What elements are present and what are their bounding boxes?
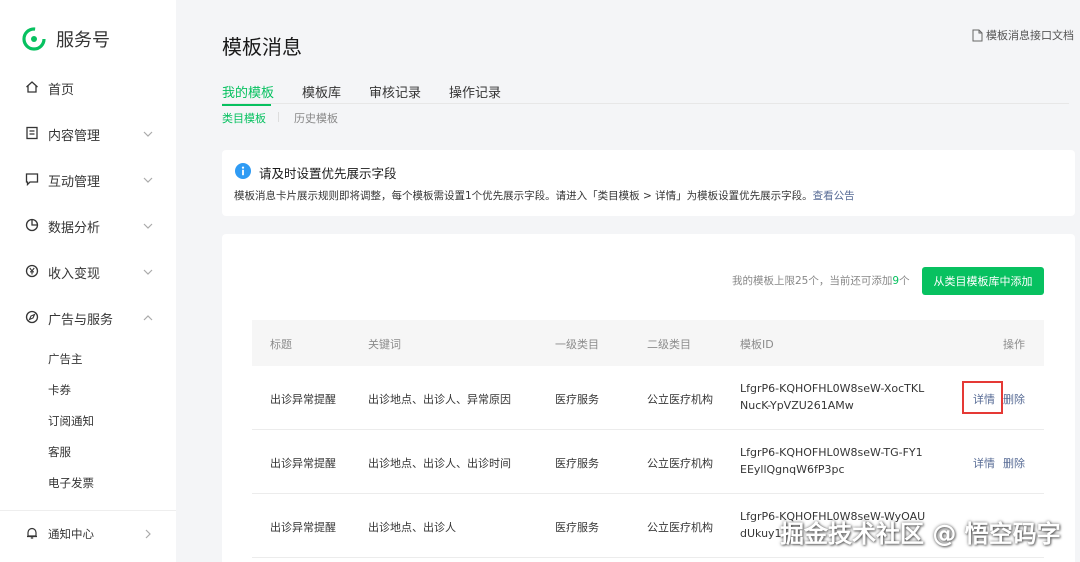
header-title: 标题 xyxy=(270,338,292,351)
chat-icon xyxy=(25,173,39,186)
table-row: 出诊异常提醒 出诊地点、出诊人、异常原因 医疗服务 公立医疗机构 LfgrP6-… xyxy=(252,366,1044,430)
nav-label-content: 内容管理 xyxy=(48,128,101,144)
document-icon xyxy=(972,29,983,41)
nav-label-ads-services: 广告与服务 xyxy=(48,312,114,328)
notice-body: 模板消息卡片展示规则即将调整，每个模板需设置1个优先展示字段。请进入「类目模板 … xyxy=(234,188,855,203)
detail-link[interactable]: 详情 xyxy=(973,455,995,471)
info-icon xyxy=(235,163,251,179)
tab-review-records[interactable]: 审核记录 xyxy=(369,82,421,101)
cell-title: 出诊异常提醒 xyxy=(270,457,336,470)
tab-operation-records[interactable]: 操作记录 xyxy=(449,82,501,101)
brand-name: 服务号 xyxy=(56,30,110,51)
nav-item-home[interactable]: 首页 xyxy=(0,76,176,100)
cell-category-1: 医疗服务 xyxy=(555,457,599,470)
api-doc-link-label: 模板消息接口文档 xyxy=(986,29,1074,42)
chevron-up-icon xyxy=(143,315,153,321)
cell-keywords: 出诊地点、出诊人 xyxy=(368,521,456,534)
sub-item-advertiser[interactable]: 广告主 xyxy=(48,351,83,367)
chevron-down-icon xyxy=(143,131,153,137)
subtab-separator xyxy=(278,112,279,122)
nav-item-content[interactable]: 内容管理 xyxy=(0,122,176,146)
main-content: 模板消息 模板消息接口文档 我的模板 模板库 审核记录 操作记录 类目模板 历史… xyxy=(176,0,1080,562)
nav-label-home: 首页 xyxy=(48,82,75,98)
template-limit-text: 我的模板上限25个，当前还可添加9个 xyxy=(732,273,910,288)
cell-category-2: 公立医疗机构 xyxy=(647,521,713,534)
cell-category-1: 医疗服务 xyxy=(555,521,599,534)
nav-label-interaction: 互动管理 xyxy=(48,174,101,190)
nav-item-interaction[interactable]: 互动管理 xyxy=(0,168,176,192)
sub-item-coupons[interactable]: 卡券 xyxy=(48,382,71,398)
header-category-2: 二级类目 xyxy=(647,338,691,351)
subtab-history-templates[interactable]: 历史模板 xyxy=(294,110,338,126)
delete-link[interactable]: 删除 xyxy=(1003,391,1025,407)
brand[interactable]: 服务号 xyxy=(22,26,110,52)
table-header: 标题 关键词 一级类目 二级类目 模板ID 操作 xyxy=(252,320,1044,366)
sidebar-divider xyxy=(0,510,176,511)
chevron-down-icon xyxy=(143,269,153,275)
service-account-logo-icon xyxy=(22,27,46,51)
sub-item-customer-service[interactable]: 客服 xyxy=(48,444,71,460)
header-keywords: 关键词 xyxy=(368,338,401,351)
bell-icon xyxy=(27,527,37,539)
view-announcement-link[interactable]: 查看公告 xyxy=(813,190,855,202)
table-row: 出诊异常提醒 出诊地点、出诊人、出诊时间 医疗服务 公立医疗机构 LfgrP6-… xyxy=(252,430,1044,494)
add-from-library-button[interactable]: 从类目模板库中添加 xyxy=(922,267,1044,295)
sidebar: 服务号 首页 内容管理 互动管理 数据分析 收入变现 广告与服务 广告主 卡券 … xyxy=(0,0,176,562)
page-title: 模板消息 xyxy=(222,35,302,59)
tabs-divider xyxy=(222,103,1069,104)
pie-chart-icon xyxy=(25,218,39,232)
cell-title: 出诊异常提醒 xyxy=(270,393,336,406)
nav-item-analytics[interactable]: 数据分析 xyxy=(0,214,176,238)
limit-suffix: 个 xyxy=(899,275,910,287)
api-doc-link[interactable]: 模板消息接口文档 xyxy=(972,27,1074,43)
cell-title: 出诊异常提醒 xyxy=(270,521,336,534)
nav-item-notifications[interactable]: 通知中心 xyxy=(0,522,176,546)
nav-item-revenue[interactable]: 收入变现 xyxy=(0,260,176,284)
watermark: 掘金技术社区 @ 悟空码字 xyxy=(780,520,1061,548)
chevron-down-icon xyxy=(143,223,153,229)
nav-label-revenue: 收入变现 xyxy=(48,266,101,282)
compass-icon xyxy=(25,310,39,324)
chevron-down-icon xyxy=(143,177,153,183)
templates-panel: 我的模板上限25个，当前还可添加9个 从类目模板库中添加 标题 关键词 一级类目… xyxy=(222,234,1075,562)
tab-template-library[interactable]: 模板库 xyxy=(302,82,341,101)
nav-item-ads-services[interactable]: 广告与服务 xyxy=(0,306,176,330)
yen-icon xyxy=(25,264,39,278)
header-template-id: 模板ID xyxy=(740,338,774,351)
delete-link[interactable]: 删除 xyxy=(1003,455,1025,471)
notice-body-text: 模板消息卡片展示规则即将调整，每个模板需设置1个优先展示字段。请进入「类目模板 … xyxy=(234,190,813,202)
chevron-right-icon xyxy=(145,529,151,539)
notice-banner: 请及时设置优先展示字段 模板消息卡片展示规则即将调整，每个模板需设置1个优先展示… xyxy=(222,150,1075,216)
cell-keywords: 出诊地点、出诊人、出诊时间 xyxy=(368,457,511,470)
cell-template-id: LfgrP6-KQHOFHL0W8seW-TG-FY1EEyllQgnqW6fP… xyxy=(740,446,923,476)
nav-label-analytics: 数据分析 xyxy=(48,220,101,236)
detail-highlight-box xyxy=(962,381,1003,414)
sub-item-invoice[interactable]: 电子发票 xyxy=(48,475,94,491)
header-actions: 操作 xyxy=(1003,338,1025,351)
cell-category-1: 医疗服务 xyxy=(555,393,599,406)
document-icon xyxy=(26,126,38,140)
notice-title: 请及时设置优先展示字段 xyxy=(259,166,397,181)
subtab-category-templates[interactable]: 类目模板 xyxy=(222,110,266,126)
nav-label-notifications: 通知中心 xyxy=(48,527,94,541)
cell-keywords: 出诊地点、出诊人、异常原因 xyxy=(368,393,511,406)
cell-category-2: 公立医疗机构 xyxy=(647,457,713,470)
cell-category-2: 公立医疗机构 xyxy=(647,393,713,406)
active-tab-indicator xyxy=(222,104,271,106)
sub-item-subscription[interactable]: 订阅通知 xyxy=(48,413,94,429)
tab-my-templates[interactable]: 我的模板 xyxy=(222,82,274,101)
cell-template-id: LfgrP6-KQHOFHL0W8seW-XocTKLNucK-YpVZU261… xyxy=(740,382,925,412)
home-icon xyxy=(26,81,38,93)
header-category-1: 一级类目 xyxy=(555,338,599,351)
limit-prefix: 我的模板上限25个，当前还可添加 xyxy=(732,275,893,287)
